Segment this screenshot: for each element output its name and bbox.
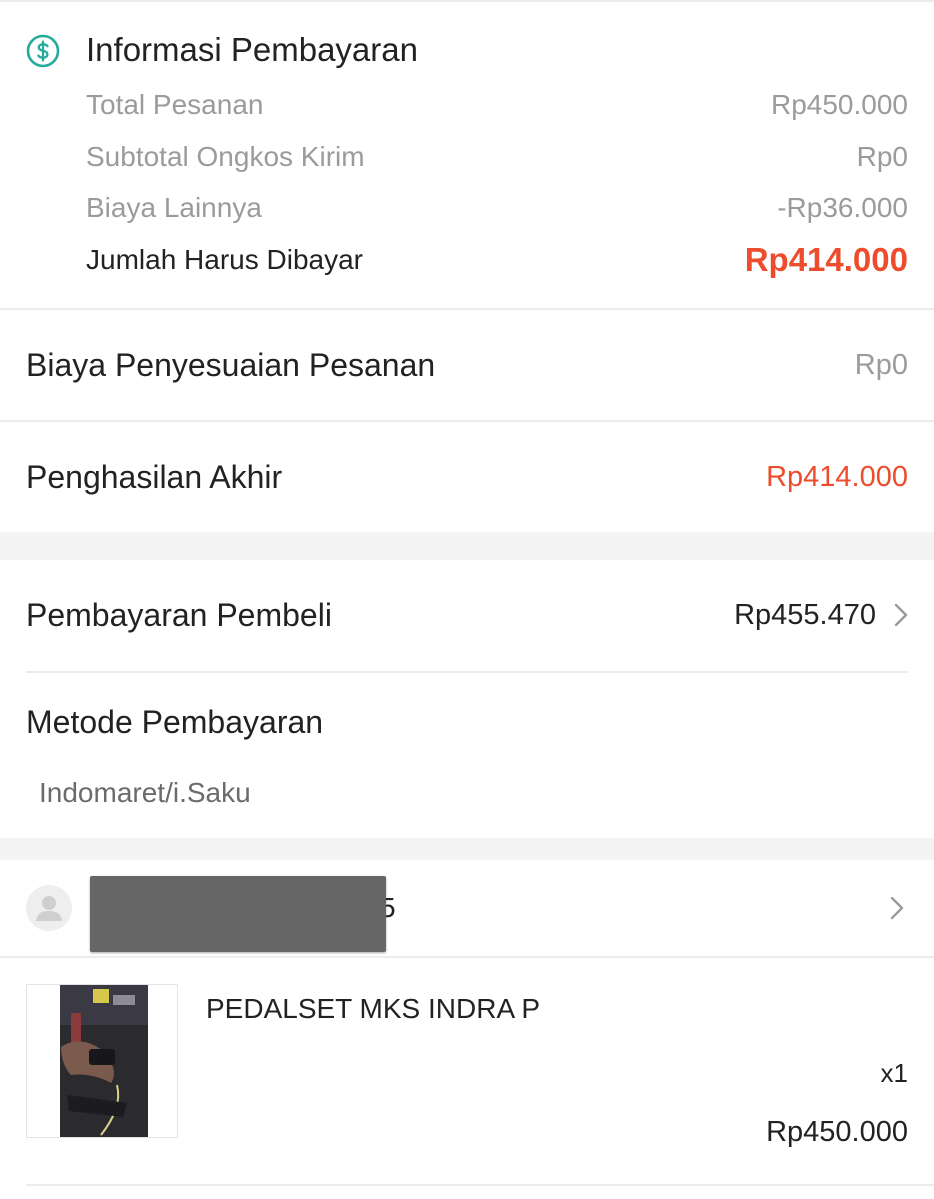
divider [26, 1184, 934, 1186]
product-quantity: x1 [880, 1058, 908, 1088]
buyer-payment-right: Rp455.470 [734, 599, 908, 632]
row-amount: Rp450.000 [770, 89, 908, 120]
row-label: Total Pesanan [86, 89, 264, 120]
chevron-right-icon [890, 896, 904, 920]
adjustment-label: Biaya Penyesuaian Pesanan [26, 346, 436, 383]
total-order-row: Total Pesanan Rp450.000 [86, 85, 908, 125]
payment-info-title: Informasi Pembayaran [86, 31, 418, 68]
row-amount: Rp0 [856, 141, 908, 172]
row-label: Subtotal Ongkos Kirim [86, 141, 365, 172]
payment-method-label: Metode Pembayaran [26, 704, 324, 740]
payment-info-section: Informasi Pembayaran Total Pesanan Rp450… [0, 2, 934, 308]
amount-due-value: Rp414.000 [744, 241, 908, 278]
row-amount: -Rp36.000 [777, 192, 908, 223]
chevron-right-icon [894, 603, 908, 627]
section-gap [0, 838, 934, 860]
divider [0, 956, 934, 958]
redacted-buyer-name [90, 876, 386, 952]
amount-due-label: Jumlah Harus Dibayar [86, 244, 363, 275]
user-placeholder-icon [36, 896, 62, 921]
amount-due-row: Jumlah Harus Dibayar Rp414.000 [86, 240, 908, 280]
dollar-circle-icon [26, 34, 60, 68]
divider [26, 671, 908, 673]
row-label: Biaya Lainnya [86, 192, 262, 223]
final-income-row: Penghasilan Akhir Rp414.000 [0, 422, 934, 532]
buyer-payment-row[interactable]: Pembayaran Pembeli Rp455.470 [0, 560, 934, 670]
final-income-label: Penghasilan Akhir [26, 458, 283, 495]
other-fees-row: Biaya Lainnya -Rp36.000 [86, 188, 908, 228]
buyer-payment-label: Pembayaran Pembeli [26, 596, 332, 633]
avatar [26, 885, 72, 931]
final-income-amount: Rp414.000 [766, 460, 908, 493]
shipping-subtotal-row: Subtotal Ongkos Kirim Rp0 [86, 137, 908, 177]
product-price: Rp450.000 [766, 1116, 908, 1148]
product-thumbnail[interactable] [26, 984, 178, 1138]
product-photo [27, 985, 177, 1137]
payment-method-value: Indomaret/i.Saku [39, 777, 251, 808]
adjustment-amount: Rp0 [854, 348, 908, 381]
buyer-row[interactable]: 5 [0, 860, 934, 956]
buyer-payment-amount: Rp455.470 [734, 598, 876, 631]
product-name: PEDALSET MKS INDRA P [206, 993, 541, 1024]
order-adjustment-row: Biaya Penyesuaian Pesanan Rp0 [0, 310, 934, 420]
section-gap [0, 532, 934, 560]
